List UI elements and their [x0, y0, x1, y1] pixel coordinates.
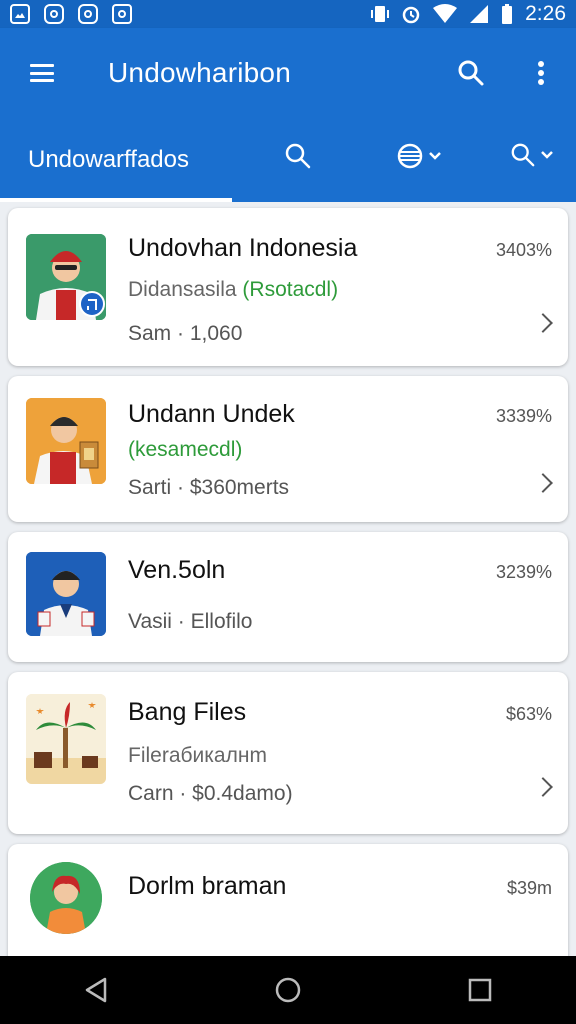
item-meta: Vasii · Ellofilo — [128, 610, 253, 633]
list-item[interactable]: Bang Files Fileraбикалнm Carn · $0.4damo… — [8, 672, 568, 834]
app-notification-icon — [44, 4, 64, 24]
search-icon — [458, 60, 484, 86]
status-bar: 2:26 — [0, 0, 576, 28]
item-percent: $39m — [506, 878, 552, 898]
signal-icon — [470, 5, 489, 23]
item-title: Bang Files — [128, 698, 247, 726]
search-icon — [285, 143, 311, 169]
item-percent: 3239% — [495, 562, 552, 582]
menu-icon — [30, 64, 54, 82]
item-percent: $63% — [505, 704, 552, 724]
more-vert-icon — [538, 61, 544, 85]
list-item[interactable]: Undovhan Indonesia Didansasila (Rsotacdl… — [8, 208, 568, 366]
chevron-right-icon — [533, 313, 553, 333]
item-title: Dorlm braman — [128, 872, 287, 900]
app-title: Undowharibon — [108, 57, 291, 88]
list-item[interactable]: Ven.5oln Vasii · Ellofilo 3239% — [8, 532, 568, 662]
recents-icon — [468, 978, 492, 1002]
chevron-right-icon — [533, 777, 553, 797]
item-subtitle: Fileraбикалнm — [128, 744, 267, 767]
tab-search-button[interactable] — [284, 142, 312, 170]
item-thumbnail — [26, 398, 106, 484]
image-notification-icon — [10, 4, 30, 24]
more-options-button[interactable] — [506, 28, 576, 118]
item-status-text: (kesamecdl) — [128, 438, 243, 461]
back-icon — [85, 977, 107, 1003]
app-notification-icon — [112, 4, 132, 24]
system-nav-bar — [0, 956, 576, 1024]
chevron-right-icon — [533, 473, 553, 493]
item-thumbnail — [30, 862, 102, 934]
recents-button[interactable] — [450, 960, 510, 1020]
status-time: 2:26 — [525, 2, 566, 25]
system-status-icons: 2:26 — [371, 2, 566, 26]
item-status-text: (Rsotacdl) — [242, 278, 339, 301]
item-meta: Sam · 1,060 — [128, 322, 243, 345]
chevron-down-icon — [541, 151, 553, 159]
battery-icon — [502, 4, 513, 24]
item-subtitle: Didansasila (Rsotacdl) — [128, 278, 339, 301]
item-thumbnail — [26, 234, 106, 320]
item-title: Undovhan Indonesia — [128, 234, 358, 262]
menu-button[interactable] — [0, 28, 84, 118]
item-list: Undovhan Indonesia Didansasila (Rsotacdl… — [0, 202, 576, 956]
home-button[interactable] — [258, 960, 318, 1020]
item-title: Undann Undek — [128, 400, 295, 428]
item-percent: 3339% — [495, 406, 552, 426]
tab-globe-filter-button[interactable] — [396, 142, 442, 170]
item-thumbnail — [26, 552, 106, 636]
app-bar: Undowharibon — [0, 28, 576, 118]
tab-search-filter-button[interactable] — [510, 142, 554, 168]
item-meta: Carn · $0.4damo) — [128, 782, 293, 805]
item-thumbnail — [26, 694, 106, 784]
alarm-icon — [402, 6, 420, 24]
globe-icon — [397, 143, 423, 169]
tab-active[interactable]: Undowarffados — [0, 146, 260, 174]
notification-icons — [10, 4, 132, 24]
list-item[interactable]: Undann Undek (kesamecdl) Sarti · $360mer… — [8, 376, 568, 522]
back-button[interactable] — [66, 960, 126, 1020]
app-notification-icon — [78, 4, 98, 24]
search-button[interactable] — [436, 28, 506, 118]
list-item[interactable]: Dorlm braman $39m — [8, 844, 568, 956]
item-percent: 3403% — [495, 240, 552, 260]
chevron-down-icon — [429, 152, 441, 160]
vibrate-icon — [371, 6, 390, 22]
home-icon — [275, 977, 301, 1003]
search-icon — [511, 143, 535, 167]
item-meta: Sarti · $360merts — [128, 476, 290, 499]
tab-bar: Undowarffados — [0, 118, 576, 202]
wifi-icon — [433, 4, 458, 23]
item-title: Ven.5oln — [128, 556, 226, 584]
